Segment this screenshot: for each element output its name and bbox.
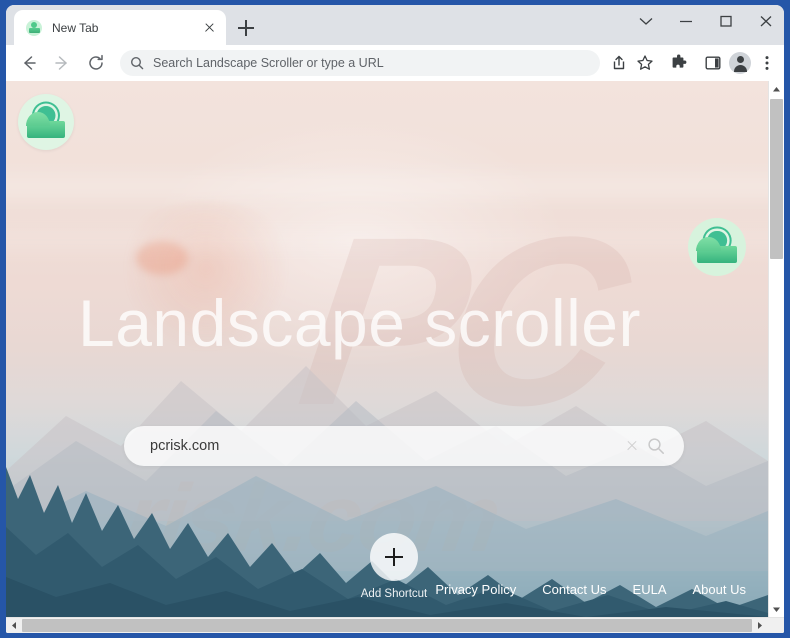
three-dot-menu-icon[interactable]	[754, 50, 778, 76]
scroll-right-icon[interactable]	[752, 618, 768, 633]
footer-links: Privacy Policy Contact Us EULA About Us	[435, 582, 746, 597]
new-tab-button[interactable]	[234, 16, 258, 40]
profile-avatar[interactable]	[729, 52, 751, 74]
scrollbar-corner	[768, 618, 784, 633]
add-shortcut-label: Add Shortcut	[360, 588, 428, 600]
back-arrow-icon[interactable]	[15, 49, 43, 77]
footer-link-about-us[interactable]: About Us	[693, 582, 746, 597]
horizontal-scrollbar-thumb[interactable]	[22, 619, 752, 632]
address-bar-placeholder: Search Landscape Scroller or type a URL	[153, 56, 384, 70]
footer-link-eula[interactable]: EULA	[633, 582, 667, 597]
clear-search-icon[interactable]	[622, 436, 642, 456]
footer-link-privacy-policy[interactable]: Privacy Policy	[435, 582, 516, 597]
scroll-down-icon[interactable]	[769, 601, 784, 618]
minimize-window-button[interactable]	[666, 5, 706, 38]
add-shortcut-button[interactable]: Add Shortcut	[358, 533, 430, 600]
landscape-scroller-favicon-icon	[26, 19, 42, 36]
scroll-left-icon[interactable]	[6, 618, 22, 633]
search-submit-icon[interactable]	[642, 432, 670, 460]
bookmark-star-icon[interactable]	[632, 50, 658, 76]
hill-icon	[25, 111, 66, 138]
browser-toolbar: Search Landscape Scroller or type a URL	[6, 45, 784, 81]
landscape-scroller-logo-secondary-icon	[688, 218, 746, 276]
landscape-scroller-logo-icon[interactable]	[18, 94, 74, 150]
share-icon[interactable]	[606, 50, 632, 76]
page-viewport: PC risk.com	[6, 81, 784, 633]
hill-icon	[696, 236, 737, 264]
maximize-window-button[interactable]	[706, 5, 746, 38]
page-content: PC risk.com	[6, 81, 768, 617]
page-title: Landscape scroller	[78, 286, 641, 360]
close-window-button[interactable]	[746, 5, 784, 38]
search-icon	[130, 56, 144, 70]
site-search-bar[interactable]: pcrisk.com	[124, 426, 684, 466]
address-bar[interactable]: Search Landscape Scroller or type a URL	[120, 50, 600, 76]
tab-strip: New Tab	[6, 5, 784, 45]
footer-link-contact-us[interactable]: Contact Us	[542, 582, 606, 597]
chevron-down-icon[interactable]	[626, 5, 666, 38]
side-panel-icon[interactable]	[700, 50, 726, 76]
browser-window-inner: New Tab Search Landscape Scroller or typ…	[6, 5, 784, 633]
extensions-puzzle-icon[interactable]	[666, 50, 692, 76]
tab-new-tab[interactable]: New Tab	[14, 10, 226, 45]
vertical-scrollbar[interactable]	[768, 81, 784, 618]
vertical-scrollbar-thumb[interactable]	[770, 99, 783, 259]
tab-title: New Tab	[52, 20, 99, 35]
browser-window: New Tab Search Landscape Scroller or typ…	[0, 0, 790, 638]
scroll-up-icon[interactable]	[769, 81, 784, 98]
horizontal-scrollbar[interactable]	[6, 617, 784, 633]
close-tab-icon[interactable]	[200, 19, 218, 37]
forward-arrow-icon[interactable]	[48, 49, 76, 77]
add-plus-icon	[370, 533, 418, 581]
reload-icon[interactable]	[82, 49, 110, 77]
site-search-input[interactable]: pcrisk.com	[150, 438, 622, 454]
